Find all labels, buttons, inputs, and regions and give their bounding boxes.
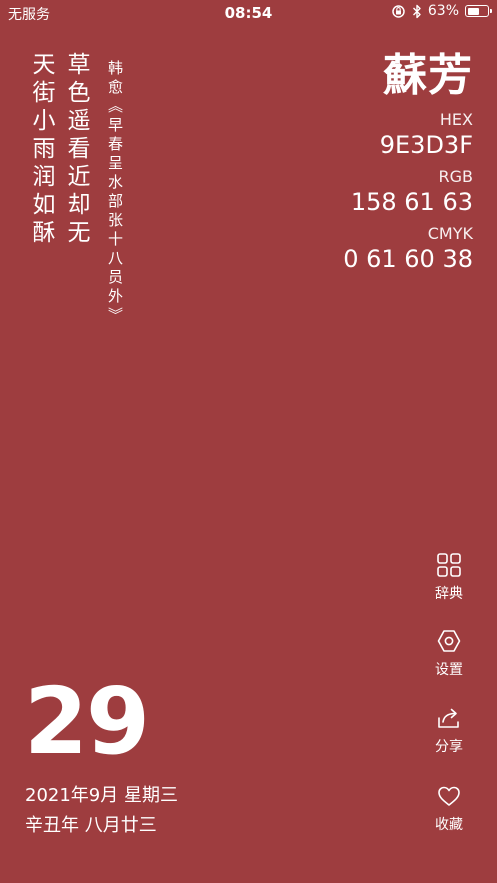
poem-line-2: 天街小雨润如酥 — [28, 52, 54, 248]
share-button[interactable]: 分享 — [421, 705, 477, 756]
settings-button[interactable]: 设置 — [421, 628, 477, 679]
status-bar: 无服务 08:54 63% — [0, 0, 497, 26]
share-icon — [421, 705, 477, 731]
hex-label: HEX — [439, 110, 473, 130]
hex-value: 9E3D3F — [379, 131, 473, 160]
date-full: 2021年9月 星期三 — [25, 785, 178, 806]
favorite-label: 收藏 — [435, 817, 463, 833]
grid-icon — [421, 552, 477, 578]
rgb-label: RGB — [438, 167, 474, 187]
battery-percent: 63% — [427, 3, 459, 19]
dictionary-label: 辞典 — [435, 586, 463, 602]
hexagon-settings-icon — [421, 628, 477, 654]
battery-fill — [467, 7, 479, 15]
date-lunar: 辛丑年 八月廿三 — [25, 815, 157, 836]
battery-icon — [465, 5, 492, 17]
bluetooth-icon — [412, 4, 422, 19]
poem-line-1: 草色遥看近却无 — [63, 52, 89, 248]
color-info: 蘇芳 HEX 9E3D3F RGB 158 61 63 CMYK 0 61 60… — [343, 50, 474, 274]
heart-icon — [421, 783, 477, 809]
date-day: 29 — [24, 668, 150, 775]
orientation-lock-icon — [391, 4, 406, 19]
poem-source: 韩愈《早春呈水部张十八员外》 — [106, 60, 124, 326]
favorite-button[interactable]: 收藏 — [421, 783, 477, 834]
dictionary-button[interactable]: 辞典 — [421, 552, 477, 603]
status-icons: 63% — [391, 3, 492, 19]
cmyk-value: 0 61 60 38 — [343, 245, 473, 274]
settings-label: 设置 — [435, 662, 463, 678]
cmyk-label: CMYK — [427, 224, 473, 244]
share-label: 分享 — [435, 739, 463, 755]
rgb-value: 158 61 63 — [350, 188, 473, 217]
color-name: 蘇芳 — [383, 50, 473, 101]
